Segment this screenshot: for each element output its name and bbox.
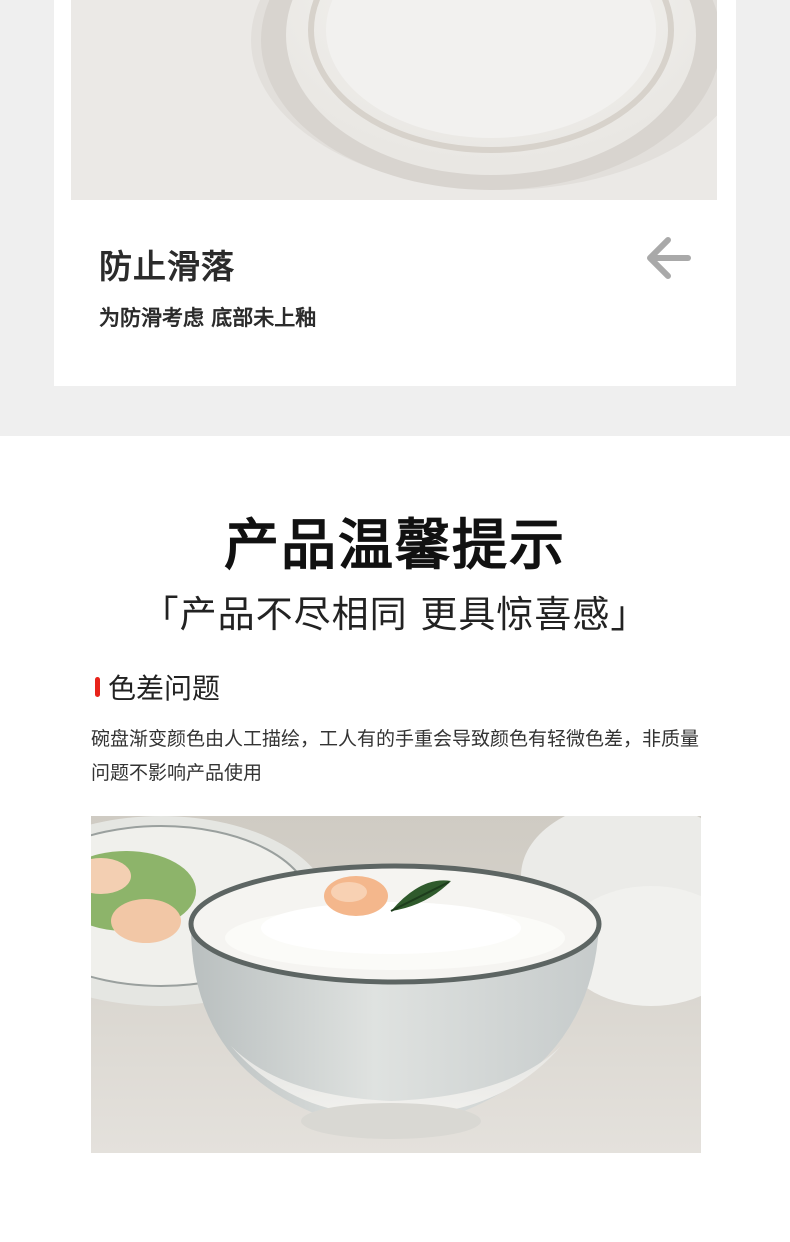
notice-subtitle: 「产品不尽相同 更具惊喜感」 (141, 593, 649, 636)
arrow-left-icon[interactable] (644, 236, 692, 280)
rice-bowl-product-image (91, 816, 701, 1153)
feature-subtitle: 为防滑考虑 底部未上釉 (99, 306, 317, 330)
feature-title: 防止滑落 (99, 247, 235, 286)
top-band: 防止滑落 为防滑考虑 底部未上釉 (0, 0, 790, 436)
color-difference-heading: 色差问题 (108, 672, 221, 705)
color-difference-description: 碗盘渐变颜色由人工描绘，工人有的手重会导致颜色有轻微色差，非质量问题不影响产品使… (91, 728, 700, 784)
bowl-base-closeup-image (71, 0, 717, 200)
notice-title: 产品温馨提示 (223, 513, 566, 577)
heading-accent-bar (95, 677, 100, 697)
feature-card: 防止滑落 为防滑考虑 底部未上釉 (54, 0, 736, 386)
